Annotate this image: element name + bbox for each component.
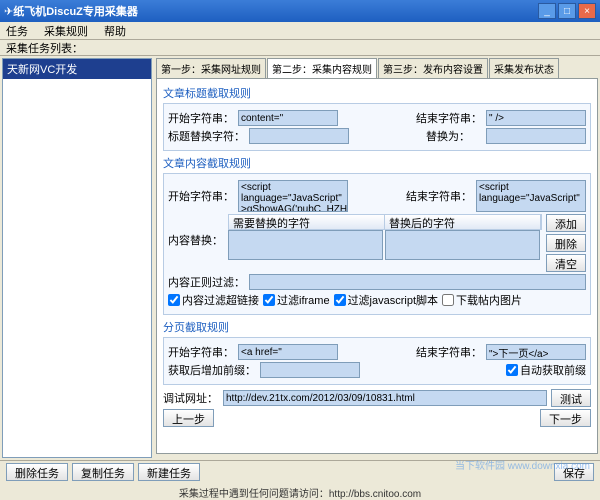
chk-filter-js[interactable]: 过滤javascript脚本: [334, 292, 438, 308]
chk-filter-iframe[interactable]: 过滤iframe: [263, 292, 330, 308]
test-button[interactable]: 测试: [551, 389, 591, 407]
content-rule-heading: 文章内容截取规则: [163, 155, 591, 171]
sidebar-item-task[interactable]: 天新网VC开发: [3, 59, 151, 79]
title-start-label: 开始字符串：: [168, 110, 234, 126]
title-replace-input[interactable]: [249, 128, 349, 144]
menu-help[interactable]: 帮助: [104, 23, 126, 39]
menu-rules[interactable]: 采集规则: [44, 23, 88, 39]
tasklist-label: 采集任务列表：: [0, 40, 600, 56]
delete-task-button[interactable]: 删除任务: [6, 463, 68, 481]
page-prefix-input[interactable]: [260, 362, 360, 378]
chk-download-img[interactable]: 下载帖内图片: [442, 292, 522, 308]
clear-button[interactable]: 清空: [546, 254, 586, 272]
copy-task-button[interactable]: 复制任务: [72, 463, 134, 481]
title-replaceto-label: 替换为：: [426, 128, 482, 144]
title-end-label: 结束字符串：: [416, 110, 482, 126]
replace-to-input[interactable]: [385, 230, 540, 260]
tab-step4[interactable]: 采集发布状态: [489, 58, 559, 78]
minimize-button[interactable]: _: [538, 3, 556, 19]
title-start-input[interactable]: [238, 110, 338, 126]
step-tabs: 第一步：采集网址规则 第二步：采集内容规则 第三步：发布内容设置 采集发布状态: [156, 58, 598, 78]
titlebar: ✈ 纸飞机DiscuZ专用采集器 _ □ ×: [0, 0, 600, 22]
task-sidebar: 天新网VC开发: [2, 58, 152, 458]
title-end-input[interactable]: [486, 110, 586, 126]
page-start-input[interactable]: [238, 344, 338, 360]
title-rule-heading: 文章标题截取规则: [163, 85, 591, 101]
content-end-label: 结束字符串：: [406, 188, 472, 204]
content-replace-label: 内容替换：: [168, 232, 224, 248]
watermark: 当下软件园 www.downxia.com: [455, 457, 590, 472]
page-end-input[interactable]: [486, 344, 586, 360]
menubar: 任务 采集规则 帮助: [0, 22, 600, 40]
content-end-input[interactable]: <script language="JavaScript": [476, 180, 586, 212]
delete-button[interactable]: 删除: [546, 234, 586, 252]
page-end-label: 结束字符串：: [416, 344, 482, 360]
replace-from-input[interactable]: [228, 230, 383, 260]
regex-filter-input[interactable]: [249, 274, 586, 290]
tab-step3[interactable]: 第三步：发布内容设置: [378, 58, 488, 78]
page-rule-heading: 分页截取规则: [163, 319, 591, 335]
tab-step2[interactable]: 第二步：采集内容规则: [267, 58, 377, 78]
content-start-input[interactable]: <script language="JavaScript" >qShowAG('…: [238, 180, 348, 212]
menu-task[interactable]: 任务: [6, 23, 28, 39]
chk-filter-links[interactable]: 内容过滤超链接: [168, 292, 259, 308]
test-url-input[interactable]: [223, 390, 547, 406]
replace-col2: 替换后的字符: [385, 215, 541, 229]
page-prefix-label: 获取后增加前缀：: [168, 362, 256, 378]
title-replace-label: 标题替换字符：: [168, 128, 245, 144]
footer-message: 采集过程中遇到任何问题请访问：http://bbs.cnitoo.com: [6, 485, 594, 500]
next-step-button[interactable]: 下一步: [540, 409, 591, 427]
add-button[interactable]: 添加: [546, 214, 586, 232]
chk-auto-prefix[interactable]: 自动获取前缀: [506, 362, 586, 378]
tab-step1[interactable]: 第一步：采集网址规则: [156, 58, 266, 78]
app-icon: ✈: [4, 5, 13, 18]
page-start-label: 开始字符串：: [168, 344, 234, 360]
replace-col1: 需要替换的字符: [229, 215, 385, 229]
close-button[interactable]: ×: [578, 3, 596, 19]
step2-panel: 文章标题截取规则 开始字符串： 结束字符串： 标题替换字符： 替换为： 文: [156, 78, 598, 454]
window-title: 纸飞机DiscuZ专用采集器: [13, 3, 536, 19]
maximize-button[interactable]: □: [558, 3, 576, 19]
content-start-label: 开始字符串：: [168, 188, 234, 204]
title-replaceto-input[interactable]: [486, 128, 586, 144]
new-task-button[interactable]: 新建任务: [138, 463, 200, 481]
prev-step-button[interactable]: 上一步: [163, 409, 214, 427]
test-url-label: 调试网址：: [163, 390, 219, 406]
regex-filter-label: 内容正则过滤：: [168, 274, 245, 290]
